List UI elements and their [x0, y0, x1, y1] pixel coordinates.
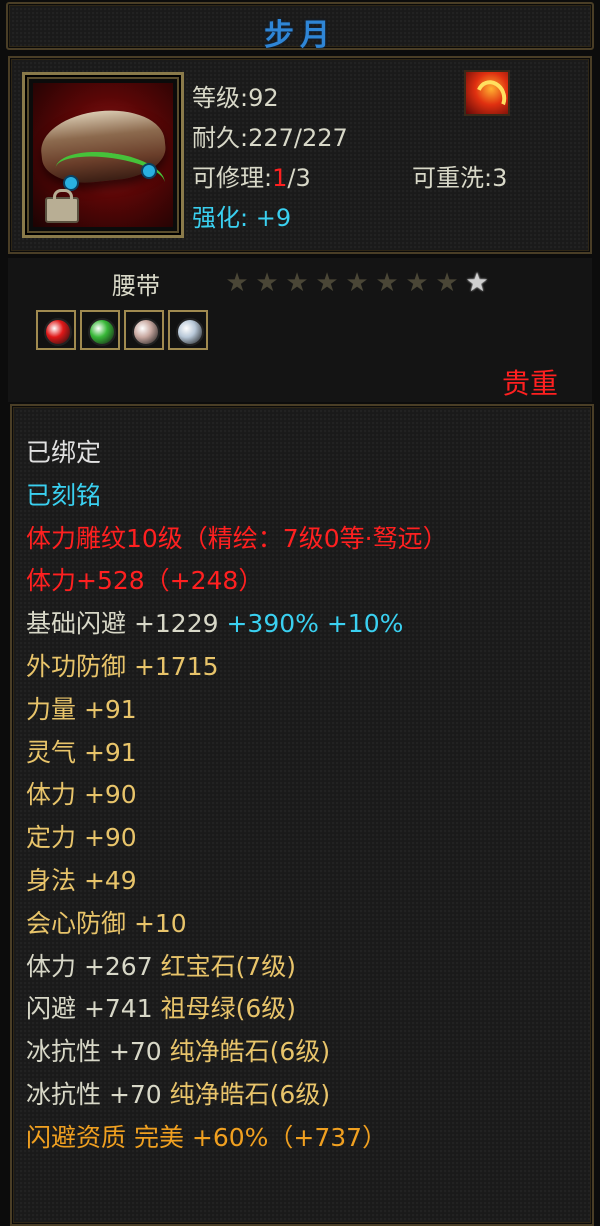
level-value: 92	[248, 84, 279, 112]
durability-label: 耐久	[192, 124, 240, 152]
attribute-row: 外功防御 +1715	[26, 651, 219, 681]
attribute-part: 冰抗性 +70	[26, 1037, 170, 1067]
attribute-row: 灵气 +91	[26, 737, 137, 767]
attribute-row: 体力 +90	[26, 780, 137, 810]
enhance-label: 强化	[192, 204, 240, 232]
star-empty-icon: ★	[375, 268, 399, 298]
attribute-row: 定力 +90	[26, 823, 137, 853]
star-empty-icon: ★	[285, 268, 309, 298]
attribute-row: 已刻铭	[26, 480, 102, 510]
attribute-row: 基础闪避 +1229 +390% +10%	[26, 603, 448, 646]
title-bar: 步月	[6, 2, 594, 53]
fire-attribute-icon	[464, 70, 510, 116]
attribute-row: 体力雕纹10级（精绘：7级0等·驽远）	[26, 523, 448, 553]
star-filled-icon: ★	[465, 268, 489, 298]
star-empty-icon: ★	[405, 268, 429, 298]
gem-icon	[176, 318, 204, 346]
gem-slots	[36, 310, 208, 350]
belt-icon	[33, 83, 173, 227]
attribute-row: 闪避 +741 祖母绿(6级)	[26, 988, 448, 1031]
attribute-part: 闪避资质 完美 +60%（+737）	[26, 1122, 388, 1152]
bound-lock-icon	[45, 189, 79, 223]
attribute-list: 已绑定已刻铭体力雕纹10级（精绘：7级0等·驽远） 体力+528（+248） 基础闪…	[26, 432, 448, 1160]
enhance-value: +9	[255, 204, 292, 232]
attribute-row: 体力+528（+248）	[26, 566, 264, 596]
gem-slot	[80, 310, 120, 350]
enhance-line: 强化: +9	[192, 204, 292, 232]
rewash-value: 3	[492, 164, 508, 192]
durability-line: 耐久:227/227	[192, 124, 348, 152]
attribute-row: 冰抗性 +70 纯净皓石(6级)	[26, 1031, 448, 1074]
gem-slot	[168, 310, 208, 350]
repair-label: 可修理	[192, 164, 264, 192]
attribute-part: 纯净皓石(6级)	[169, 1037, 331, 1067]
attribute-part: 基础闪避 +1229	[26, 609, 227, 639]
level-line: 等级:92	[192, 84, 279, 112]
gem-icon	[88, 318, 116, 346]
attribute-row: 闪避资质 完美 +60%（+737）	[26, 1117, 448, 1160]
gem-slot	[36, 310, 76, 350]
star-empty-icon: ★	[225, 268, 249, 298]
attribute-row: 身法 +49	[26, 865, 137, 895]
attribute-row: 已绑定	[26, 438, 102, 467]
star-empty-icon: ★	[255, 268, 279, 298]
gem-icon	[132, 318, 160, 346]
gem-icon	[44, 318, 72, 346]
star-rating: ★ ★ ★ ★ ★ ★ ★ ★ ★	[222, 268, 492, 298]
attribute-row: 会心防御 +10	[26, 908, 187, 938]
attribute-part: 红宝石(7级)	[160, 951, 296, 981]
durability-value: 227/227	[248, 124, 348, 152]
attribute-row: 冰抗性 +70 纯净皓石(6级)	[26, 1074, 448, 1117]
rewash-line: 可重洗:3	[412, 164, 508, 192]
attribute-part: +390% +10%	[226, 609, 404, 639]
repair-line: 可修理:1/3	[192, 164, 311, 192]
item-tooltip: 步月 等级:92 耐久:227/227 可修理:1/3 可重洗:3 强化: +9…	[0, 0, 600, 1226]
attribute-row: 力量 +91	[26, 694, 137, 724]
rarity-label: 贵重	[501, 367, 558, 400]
item-name: 步月	[264, 18, 336, 53]
attribute-part: 冰抗性 +70	[26, 1079, 170, 1109]
item-type: 腰带	[112, 272, 160, 300]
level-label: 等级	[192, 84, 240, 112]
repair-used: 1	[272, 164, 288, 192]
attribute-part: 闪避 +741	[26, 994, 161, 1024]
attribute-part: 纯净皓石(6级)	[169, 1079, 331, 1109]
repair-total: /3	[287, 164, 311, 192]
star-empty-icon: ★	[315, 268, 339, 298]
gem-slot	[124, 310, 164, 350]
rewash-label: 可重洗	[412, 164, 484, 192]
star-empty-icon: ★	[345, 268, 369, 298]
star-empty-icon: ★	[435, 268, 459, 298]
attribute-row: 体力 +267 红宝石(7级)	[26, 946, 448, 989]
attribute-part: 祖母绿(6级)	[160, 994, 296, 1024]
item-icon-frame	[22, 72, 184, 238]
attribute-part: 体力 +267	[26, 951, 161, 981]
